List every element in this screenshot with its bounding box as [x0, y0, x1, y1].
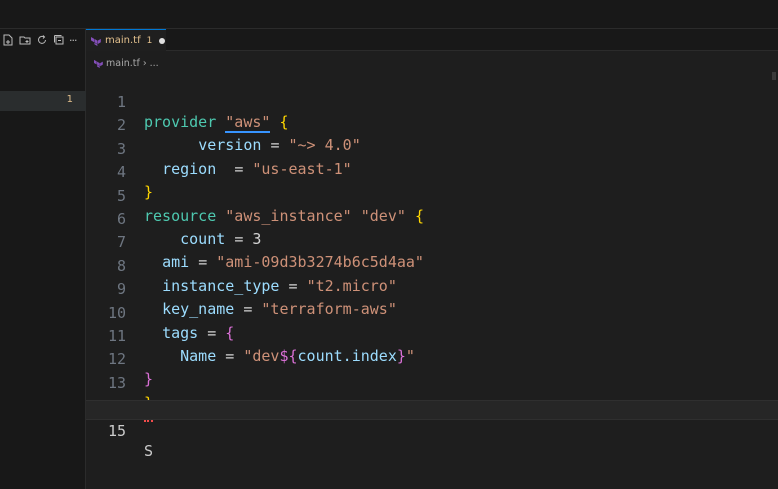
code-line[interactable]: 4 } — [86, 142, 778, 201]
code-line[interactable]: 13 } — [86, 353, 778, 412]
tab-problem-count: 1 — [146, 35, 153, 46]
new-file-icon[interactable] — [1, 34, 14, 47]
breadcrumb-symbols[interactable]: ... — [150, 58, 159, 69]
explorer-sidebar: ··· 1 — [0, 29, 86, 489]
code-line[interactable]: 2 version = "~> 4.0" — [86, 95, 778, 154]
breadcrumb-file[interactable]: main.tf — [106, 58, 140, 69]
collapse-all-icon[interactable] — [52, 34, 65, 47]
tab-bar: main.tf 1 — [86, 29, 778, 51]
refresh-icon[interactable] — [35, 34, 48, 47]
current-code-line[interactable]: 15 S — [86, 399, 778, 460]
code-editor[interactable]: 1 provider "aws" { 2 version = "~> 4.0" … — [86, 70, 778, 489]
code-line[interactable]: 9 key_name = "terraform-aws" — [86, 259, 778, 318]
code-line[interactable]: 6 count = 3 — [86, 189, 778, 248]
tab-main-tf[interactable]: main.tf 1 — [86, 29, 166, 51]
code-line[interactable]: 3 region = "us-east-1" — [86, 119, 778, 178]
code-line[interactable]: 1 provider "aws" { — [86, 72, 778, 133]
title-bar — [0, 0, 778, 29]
terraform-icon — [91, 36, 101, 46]
error-squiggle — [144, 419, 153, 422]
code-line[interactable]: 8 instance_type = "t2.micro" — [86, 236, 778, 295]
code-line[interactable]: 5 resource "aws_instance" "dev" { — [86, 166, 778, 225]
code-line[interactable]: 7 ami = "ami-09d3b3274b6c5d4aa" — [86, 212, 778, 271]
line-number: 15 — [107, 421, 126, 440]
breadcrumb-separator: › — [142, 57, 147, 69]
more-actions-icon[interactable]: ··· — [69, 34, 77, 47]
new-folder-icon[interactable] — [18, 34, 31, 47]
breadcrumb: main.tf › ... — [94, 56, 159, 70]
terraform-icon — [94, 59, 103, 68]
explorer-actions: ··· — [0, 29, 86, 51]
code-line[interactable]: 12 } — [86, 329, 778, 388]
tab-label: main.tf — [105, 35, 141, 46]
code-line[interactable]: 10 tags = { — [86, 283, 778, 342]
unsaved-dot-icon[interactable] — [159, 37, 166, 44]
code-text: S — [144, 441, 154, 460]
code-line[interactable]: 11 Name = "dev${count.index}" — [86, 306, 778, 365]
file-problem-count: 1 — [66, 94, 73, 105]
explorer-file-row-main-tf[interactable]: 1 — [0, 91, 86, 111]
code-line[interactable]: 14 — [86, 376, 778, 415]
